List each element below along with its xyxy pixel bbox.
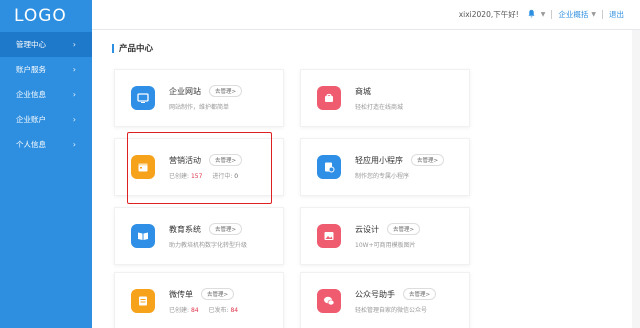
- divider: [602, 10, 603, 19]
- card-stats: 已创建: 84 已发布: 84: [169, 305, 238, 314]
- stat-label: 已创建:: [169, 173, 190, 180]
- manage-button[interactable]: 去管理>: [387, 223, 421, 235]
- flyer-icon: [131, 289, 155, 313]
- card-title: 教育系统: [169, 224, 201, 234]
- divider: [551, 10, 553, 19]
- wechat-icon: [317, 289, 341, 313]
- caret-down-icon[interactable]: ▼: [541, 11, 546, 18]
- company-overview-link[interactable]: 企业概括: [558, 9, 588, 20]
- section-title-text: 产品中心: [119, 44, 154, 54]
- chevron-right-icon: ›: [72, 115, 76, 124]
- sidebar-item-personal-info[interactable]: 个人信息 ›: [0, 132, 92, 157]
- product-card-cloud-design[interactable]: 云设计 去管理> 10W+可商用模板图片: [300, 207, 470, 265]
- greeting-text: xixi2020,下午好!: [458, 10, 519, 19]
- card-desc: 助力教培机构数字化转型升级: [169, 242, 248, 249]
- section-title: 产品中心: [112, 42, 153, 54]
- logo: LOGO: [14, 6, 67, 26]
- app-root: LOGO 管理中心 › 账户服务 › 企业信息 › 企业账户 › 个人信息 › …: [0, 0, 640, 328]
- chevron-right-icon: ›: [72, 140, 76, 149]
- sidebar-item-management-center[interactable]: 管理中心 ›: [0, 32, 92, 57]
- product-card-website[interactable]: 企业网站 去管理> 网站制作，维护都简单: [114, 69, 284, 127]
- main-content: 产品中心 企业网站 去管理> 网站制作，维护都简单 商城 轻松打造在线商城 营销…: [92, 30, 632, 328]
- bell-icon[interactable]: [527, 9, 536, 21]
- sidebar-item-account-service[interactable]: 账户服务 ›: [0, 57, 92, 82]
- card-desc: 10W+可商用模板图片: [355, 242, 416, 249]
- book-icon: [131, 224, 155, 248]
- manage-button[interactable]: 去管理>: [403, 288, 437, 300]
- card-desc: 轻松打造在线商城: [355, 103, 404, 111]
- stat-value: 0: [234, 173, 239, 180]
- caret-down-icon[interactable]: ▼: [591, 11, 596, 18]
- title-accent-bar: [112, 43, 114, 53]
- sidebar-item-label: 账户服务: [16, 65, 46, 74]
- card-desc: 轻松管理自家的微信公众号: [355, 307, 428, 314]
- sidebar-item-label: 企业信息: [16, 90, 46, 99]
- stat-label: 进行中:: [212, 173, 233, 180]
- scrollbar[interactable]: [632, 30, 640, 328]
- card-stats: 已创建: 157 进行中: 0: [169, 171, 242, 180]
- product-card-flyer[interactable]: 微传单 去管理> 已创建: 84 已发布: 84: [114, 272, 284, 328]
- topbar: xixi2020,下午好! ▼ 企业概括 ▼ 退出: [92, 0, 640, 30]
- card-title: 微传单: [169, 289, 193, 299]
- monitor-icon: [131, 86, 155, 110]
- sidebar: LOGO 管理中心 › 账户服务 › 企业信息 › 企业账户 › 个人信息 ›: [0, 0, 92, 328]
- manage-button[interactable]: 去管理>: [411, 154, 445, 166]
- stat-value: 157: [190, 173, 203, 180]
- manage-button[interactable]: 去管理>: [209, 223, 243, 235]
- manage-button[interactable]: 去管理>: [209, 154, 243, 166]
- shopping-bag-icon: [317, 86, 341, 110]
- stat-value: 84: [230, 307, 239, 314]
- manage-button[interactable]: 去管理>: [209, 85, 243, 97]
- manage-button[interactable]: 去管理>: [201, 288, 235, 300]
- stat-label: 已发布:: [208, 307, 229, 314]
- stat-label: 已创建:: [169, 307, 190, 314]
- chevron-right-icon: ›: [72, 65, 76, 74]
- stat-value: 84: [190, 307, 199, 314]
- product-card-marketing[interactable]: 营销活动 去管理> 已创建: 157 进行中: 0: [114, 138, 284, 196]
- mini-program-icon: [317, 155, 341, 179]
- image-icon: [317, 224, 341, 248]
- card-title: 公众号助手: [355, 289, 395, 299]
- card-title: 企业网站: [169, 86, 201, 96]
- product-card-wechat-assistant[interactable]: 公众号助手 去管理> 轻松管理自家的微信公众号: [300, 272, 470, 328]
- sidebar-item-label: 企业账户: [16, 115, 46, 124]
- card-title: 商城: [355, 86, 371, 96]
- card-title: 云设计: [355, 224, 379, 234]
- product-card-mall[interactable]: 商城 轻松打造在线商城: [300, 69, 470, 127]
- product-card-mini-program[interactable]: 轻应用小程序 去管理> 制作您的专属小程序: [300, 138, 470, 196]
- chevron-right-icon: ›: [72, 40, 76, 49]
- sidebar-item-company-account[interactable]: 企业账户 ›: [0, 107, 92, 132]
- card-title: 轻应用小程序: [355, 155, 403, 165]
- card-desc: 制作您的专属小程序: [355, 173, 410, 180]
- sidebar-item-label: 个人信息: [16, 140, 46, 149]
- card-desc: 网站制作，维护都简单: [169, 104, 230, 111]
- sidebar-item-company-info[interactable]: 企业信息 ›: [0, 82, 92, 107]
- chevron-right-icon: ›: [72, 90, 76, 99]
- calendar-icon: [131, 155, 155, 179]
- card-title: 营销活动: [169, 155, 201, 165]
- sidebar-item-label: 管理中心: [16, 40, 46, 49]
- product-card-education[interactable]: 教育系统 去管理> 助力教培机构数字化转型升级: [114, 207, 284, 265]
- logout-link[interactable]: 退出: [609, 9, 624, 20]
